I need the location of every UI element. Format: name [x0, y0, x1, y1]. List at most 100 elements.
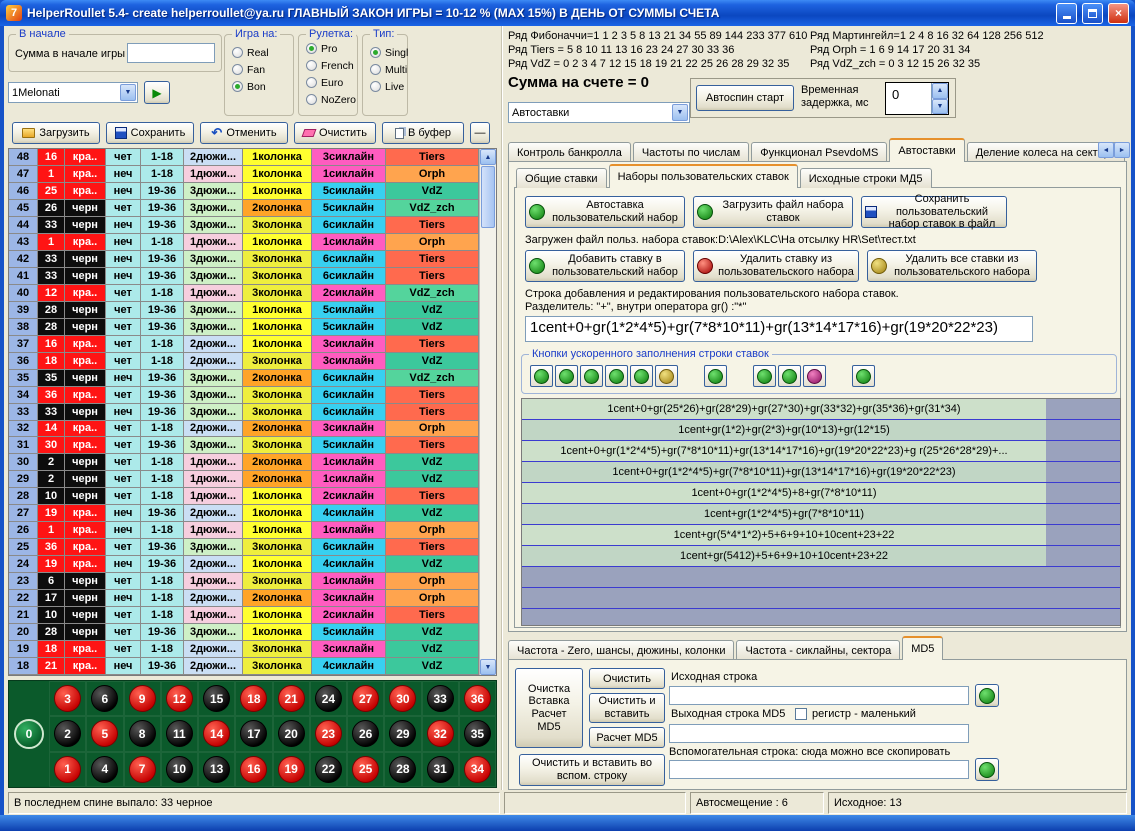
save-bet-file-button[interactable]: Сохранить пользовательский набор ставок …: [861, 196, 1007, 228]
board-cell-17[interactable]: 17: [235, 716, 272, 751]
table-row[interactable]: 2028чернчет19-363дюжи...1колонка5сиклайн…: [9, 624, 479, 641]
sub-tab-0[interactable]: Общие ставки: [516, 168, 607, 188]
radio-fan[interactable]: Fan: [232, 62, 293, 77]
board-cell-21[interactable]: 21: [273, 681, 310, 716]
board-cell-13[interactable]: 13: [198, 752, 235, 787]
scrollbar-thumb[interactable]: [481, 166, 495, 228]
board-cell-27[interactable]: 27: [347, 681, 384, 716]
radio-singl[interactable]: Singl: [370, 45, 407, 60]
load-button[interactable]: Загрузить: [12, 122, 100, 144]
mode-combobox[interactable]: Автоставки ▼: [508, 102, 690, 123]
board-cell-35[interactable]: 35: [459, 716, 496, 751]
table-row[interactable]: 4433черннеч19-363дюжи...3колонка6сиклайн…: [9, 217, 479, 234]
md5-source-input[interactable]: [669, 686, 969, 705]
board-cell-36[interactable]: 36: [459, 681, 496, 716]
lowercase-checkbox[interactable]: [795, 708, 807, 720]
quick-bet-button[interactable]: [753, 365, 776, 387]
table-row[interactable]: 3618кра..чет1-182дюжи...3колонка3сиклайн…: [9, 353, 479, 370]
bet-list-item[interactable]: 1cent+gr(5*4*1*2)+5+6+9+10+10cent+23+22: [522, 525, 1120, 546]
quick-bet-button[interactable]: [580, 365, 603, 387]
board-cell-30[interactable]: 30: [384, 681, 421, 716]
board-cell-3[interactable]: 3: [49, 681, 86, 716]
table-row[interactable]: 261кра..неч1-181дюжи...1колонка1сиклайнO…: [9, 522, 479, 539]
maximize-button[interactable]: [1082, 3, 1103, 24]
board-cell-20[interactable]: 20: [273, 716, 310, 751]
table-row[interactable]: 292чернчет1-181дюжи...2колонка1сиклайнVd…: [9, 471, 479, 488]
bet-list-item[interactable]: 1cent+gr(1*2)+gr(2*3)+gr(10*13)+gr(12*15…: [522, 420, 1120, 441]
table-row[interactable]: 302чернчет1-181дюжи...2колонка1сиклайнVd…: [9, 454, 479, 471]
board-cell-1[interactable]: 1: [49, 752, 86, 787]
table-row[interactable]: 471кра..неч1-181дюжи...1колонка1сиклайнO…: [9, 166, 479, 183]
board-cell-34[interactable]: 34: [459, 752, 496, 787]
table-row[interactable]: 1821кра..неч19-362дюжи...3колонка4сиклай…: [9, 658, 479, 675]
quick-bet-button[interactable]: [803, 365, 826, 387]
radio-live[interactable]: Live: [370, 79, 407, 94]
main-tab-3[interactable]: Автоставки: [889, 138, 964, 162]
table-row[interactable]: 4625кра..неч19-363дюжи...1колонка5сиклай…: [9, 183, 479, 200]
board-cell-0[interactable]: 0: [9, 681, 49, 787]
table-row[interactable]: 3535черннеч19-363дюжи...2колонка6сиклайн…: [9, 370, 479, 387]
table-row[interactable]: 4233черннеч19-363дюжи...3колонка6сиклайн…: [9, 251, 479, 268]
save-button[interactable]: Сохранить: [106, 122, 194, 144]
board-cell-29[interactable]: 29: [384, 716, 421, 751]
spinner-down-icon[interactable]: ▼: [932, 99, 948, 115]
table-row[interactable]: 3716кра..чет1-182дюжи...1колонка3сиклайн…: [9, 336, 479, 353]
board-cell-14[interactable]: 14: [198, 716, 235, 751]
begin-sum-input[interactable]: [127, 43, 215, 63]
sub-tab-2[interactable]: Исходные строки МД5: [800, 168, 932, 188]
quick-bet-button[interactable]: [555, 365, 578, 387]
table-row[interactable]: 2419кра..неч19-362дюжи...1колонка4сиклай…: [9, 556, 479, 573]
add-bet-button[interactable]: Добавить ставку в пользовательский набор: [525, 250, 685, 282]
radio-pro[interactable]: Pro: [306, 41, 357, 56]
quick-bet-button[interactable]: [852, 365, 875, 387]
table-row[interactable]: 2217черннеч1-182дюжи...2колонка3сиклайнO…: [9, 590, 479, 607]
md5-clear-paste-button[interactable]: Очистить и вставить: [589, 693, 665, 723]
table-row[interactable]: 3928чернчет19-363дюжи...1колонка5сиклайн…: [9, 302, 479, 319]
table-row[interactable]: 4816кра..чет1-182дюжи...1колонка3сиклайн…: [9, 149, 479, 166]
freq-tab-2[interactable]: MD5: [902, 636, 943, 660]
load-bet-file-button[interactable]: Загрузить файл набора ставок: [693, 196, 853, 228]
board-cell-11[interactable]: 11: [161, 716, 198, 751]
autobet-userset-button[interactable]: Автоставка пользовательский набор: [525, 196, 685, 228]
quick-bet-button[interactable]: [655, 365, 678, 387]
table-row[interactable]: 3828чернчет19-363дюжи...1колонка5сиклайн…: [9, 319, 479, 336]
md5-output-input[interactable]: [669, 724, 969, 743]
board-cell-8[interactable]: 8: [124, 716, 161, 751]
board-cell-32[interactable]: 32: [422, 716, 459, 751]
table-row[interactable]: 236чернчет1-181дюжи...3колонка1сиклайнOr…: [9, 573, 479, 590]
md5-master-button[interactable]: Очистка Вставка Расчет MD5: [515, 668, 583, 748]
md5-source-action-button[interactable]: [975, 684, 999, 707]
tab-scroll-right-icon[interactable]: ►: [1114, 142, 1130, 158]
autospin-button[interactable]: Автоспин старт: [696, 85, 794, 111]
bet-list-item[interactable]: 1cent+0+gr(1*2*4*5)+gr(7*8*10*11)+gr(13*…: [522, 441, 1120, 462]
radio-bon[interactable]: Bon: [232, 79, 293, 94]
preset-combobox[interactable]: 1Melonati ▼: [8, 82, 138, 103]
table-row[interactable]: 1918кра..чет1-182дюжи...3колонка3сиклайн…: [9, 641, 479, 658]
tab-scroll-left-icon[interactable]: ◄: [1098, 142, 1114, 158]
main-tab-0[interactable]: Контроль банкролла: [508, 142, 631, 162]
radio-multi[interactable]: Multi: [370, 62, 407, 77]
delay-spinner[interactable]: 0 ▲ ▼: [885, 82, 949, 115]
freq-tab-0[interactable]: Частота - Zero, шансы, дюжины, колонки: [508, 640, 734, 660]
board-cell-4[interactable]: 4: [86, 752, 123, 787]
scroll-down-icon[interactable]: ▼: [480, 659, 496, 675]
board-cell-12[interactable]: 12: [161, 681, 198, 716]
md5-aux-action-button[interactable]: [975, 758, 999, 781]
board-cell-5[interactable]: 5: [86, 716, 123, 751]
chevron-down-icon[interactable]: ▼: [120, 84, 136, 101]
bet-list-item[interactable]: 1cent+gr(5412)+5+6+9+10+10cent+23+22: [522, 546, 1120, 567]
md5-clear-button[interactable]: Очистить: [589, 668, 665, 689]
scroll-up-icon[interactable]: ▲: [480, 149, 496, 165]
table-row[interactable]: 431кра..неч1-181дюжи...1колонка1сиклайнO…: [9, 234, 479, 251]
quick-bet-button[interactable]: [530, 365, 553, 387]
main-tab-1[interactable]: Частоты по числам: [633, 142, 749, 162]
table-row[interactable]: 4133черннеч19-363дюжи...3колонка6сиклайн…: [9, 268, 479, 285]
board-cell-10[interactable]: 10: [161, 752, 198, 787]
table-row[interactable]: 2719кра..неч19-362дюжи...1колонка4сиклай…: [9, 505, 479, 522]
board-cell-18[interactable]: 18: [235, 681, 272, 716]
radio-real[interactable]: Real: [232, 45, 293, 60]
bet-list-item[interactable]: 1cent+0+gr(25*26)+gr(28*29)+gr(27*30)+gr…: [522, 399, 1120, 420]
quick-bet-button[interactable]: [778, 365, 801, 387]
quick-bet-button[interactable]: [630, 365, 653, 387]
board-cell-22[interactable]: 22: [310, 752, 347, 787]
